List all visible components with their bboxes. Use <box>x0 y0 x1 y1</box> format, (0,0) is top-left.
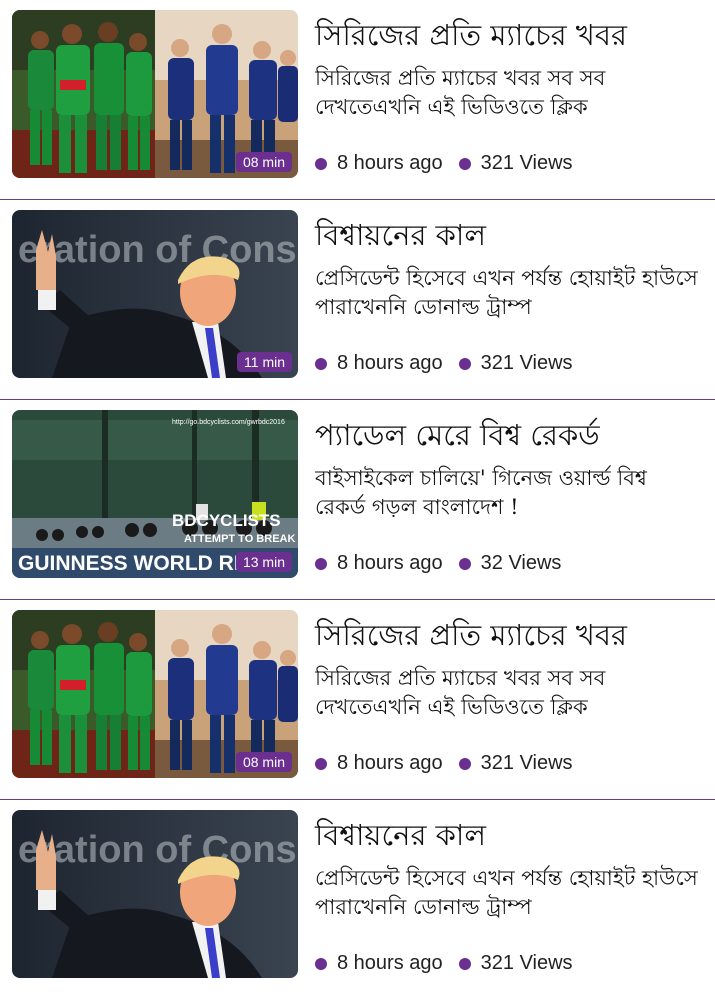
posted-time: 8 hours ago <box>337 352 443 374</box>
video-item[interactable]: 08 min সিরিজের প্রতি ম্যাচের খবর সিরিজের… <box>0 600 715 800</box>
video-description: সিরিজের প্রতি ম্যাচের খবর সব সব দেখতেএখন… <box>315 66 606 119</box>
bullet-icon <box>458 757 471 770</box>
view-count: 321 Views <box>480 152 573 174</box>
video-description: বাইসাইকেল চালিয়ে' গিনেজ ওয়ার্ল্ড বিশ্ব… <box>315 466 647 519</box>
bullet-icon <box>315 557 327 570</box>
video-info: প্যাডেল মেরে বিশ্ব রেকর্ড বাইসাইকেল চালি… <box>315 410 701 574</box>
bullet-icon <box>458 157 471 170</box>
video-info: বিশ্বায়নের কাল প্রেসিডেন্ট হিসেবে এখন প… <box>315 810 701 974</box>
video-item[interactable]: eration of Conse 11 min বিশ্বায়নের কাল … <box>0 200 715 400</box>
video-thumbnail[interactable]: eration of Conse <box>12 810 298 978</box>
svg-text:BDCYCLISTS: BDCYCLISTS <box>172 511 281 530</box>
video-title[interactable]: প্যাডেল মেরে বিশ্ব রেকর্ড <box>315 410 701 460</box>
video-thumbnail[interactable]: http://go.bdcyclists.com/gwrbdc2016 BDCY… <box>12 410 298 578</box>
duration-badge: 08 min <box>235 752 292 772</box>
svg-text:ATTEMPT TO BREAK: ATTEMPT TO BREAK <box>184 533 295 545</box>
video-meta: 8 hours ago 321 Views <box>315 352 573 375</box>
bullet-icon <box>315 957 327 970</box>
video-info: সিরিজের প্রতি ম্যাচের খবর সিরিজের প্রতি … <box>315 610 701 774</box>
video-title[interactable]: বিশ্বায়নের কাল <box>315 210 701 260</box>
duration-badge: 11 min <box>237 352 292 372</box>
bullet-icon <box>458 557 471 570</box>
video-meta: 8 hours ago 321 Views <box>315 752 573 775</box>
svg-text:GUINNESS WORLD RE: GUINNESS WORLD RE <box>18 552 248 575</box>
video-thumbnail[interactable]: 08 min <box>12 10 298 178</box>
svg-text:eration of Conse: eration of Conse <box>18 229 298 271</box>
video-item[interactable]: http://go.bdcyclists.com/gwrbdc2016 BDCY… <box>0 400 715 600</box>
video-title[interactable]: সিরিজের প্রতি ম্যাচের খবর <box>315 10 701 60</box>
duration-badge: 13 min <box>235 552 292 572</box>
view-count: 32 Views <box>480 552 562 574</box>
video-description: সিরিজের প্রতি ম্যাচের খবর সব সব দেখতেএখন… <box>315 666 606 719</box>
video-thumbnail[interactable]: 08 min <box>12 610 298 778</box>
svg-text:eration of Conse: eration of Conse <box>18 829 298 871</box>
video-thumbnail[interactable]: eration of Conse 11 min <box>12 210 298 378</box>
svg-text:http://go.bdcyclists.com/gwrbd: http://go.bdcyclists.com/gwrbdc2016 <box>172 419 285 426</box>
posted-time: 8 hours ago <box>337 952 443 974</box>
politician-thumbnail: eration of Conse <box>12 810 298 978</box>
video-description: প্রেসিডেন্ট হিসেবে এখন পর্যন্ত হোয়াইট হ… <box>315 266 698 319</box>
video-title[interactable]: সিরিজের প্রতি ম্যাচের খবর <box>315 610 701 660</box>
posted-time: 8 hours ago <box>337 152 443 174</box>
view-count: 321 Views <box>480 952 573 974</box>
bullet-icon <box>315 157 327 170</box>
view-count: 321 Views <box>480 352 573 374</box>
video-title[interactable]: বিশ্বায়নের কাল <box>315 810 701 860</box>
video-item[interactable]: 08 min সিরিজের প্রতি ম্যাচের খবর সিরিজের… <box>0 0 715 200</box>
bullet-icon <box>315 757 327 770</box>
video-info: বিশ্বায়নের কাল প্রেসিডেন্ট হিসেবে এখন প… <box>315 210 701 374</box>
bullet-icon <box>458 957 471 970</box>
view-count: 321 Views <box>480 752 573 774</box>
duration-badge: 08 min <box>235 152 292 172</box>
video-item[interactable]: eration of Conse বিশ্বায়নের কাল প্রেসিড… <box>0 800 715 1000</box>
video-meta: 8 hours ago 321 Views <box>315 152 573 175</box>
video-meta: 8 hours ago 321 Views <box>315 952 573 975</box>
posted-time: 8 hours ago <box>337 552 443 574</box>
video-info: সিরিজের প্রতি ম্যাচের খবর সিরিজের প্রতি … <box>315 10 701 174</box>
video-meta: 8 hours ago 32 Views <box>315 552 561 575</box>
posted-time: 8 hours ago <box>337 752 443 774</box>
bullet-icon <box>458 357 471 370</box>
video-description: প্রেসিডেন্ট হিসেবে এখন পর্যন্ত হোয়াইট হ… <box>315 866 698 919</box>
bullet-icon <box>315 357 327 370</box>
video-list: 08 min সিরিজের প্রতি ম্যাচের খবর সিরিজের… <box>0 0 715 1000</box>
